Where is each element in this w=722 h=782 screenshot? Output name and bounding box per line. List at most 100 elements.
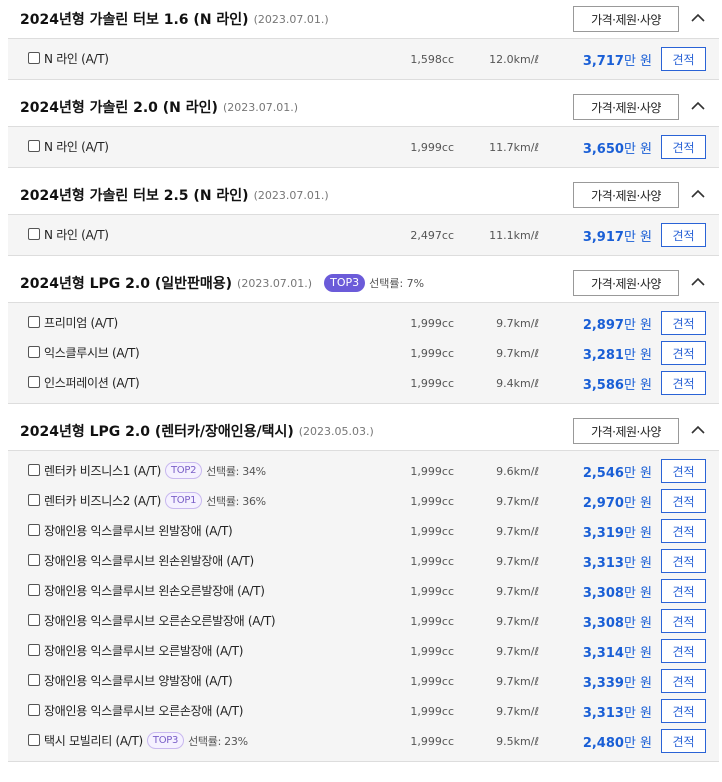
fuel-efficiency: 9.5km/ℓ [496,735,539,748]
quote-button[interactable]: 견적 [661,135,706,159]
trim-checkbox[interactable] [28,614,40,626]
price-unit: 만 원 [623,230,652,245]
trim-row: 택시 모빌리티 (A/T) TOP3 선택률: 23% 1,999cc 9.5km/ℓ 2… [8,726,719,756]
quote-button[interactable]: 견적 [661,609,706,633]
trim-label[interactable]: 장애인용 익스클루시브 양발장애 (A/T) [44,672,233,689]
trim-list: 2024년형 가솔린 터보 1.6 (N 라인) (2023.07.01.) 가격·… [0,0,722,770]
chevron-up-icon[interactable] [690,274,706,290]
trim-label[interactable]: 렌터카 비즈니스2 (A/T) TOP1 선택률: 36% [44,492,266,509]
chevron-up-icon[interactable] [690,10,706,26]
trim-checkbox[interactable] [28,52,40,64]
quote-button[interactable]: 견적 [661,519,706,543]
trim-label[interactable]: 장애인용 익스클루시브 왼손오른발장애 (A/T) [44,582,265,599]
quote-button[interactable]: 견적 [661,371,706,395]
release-date: (2023.07.01.) [253,188,329,202]
quote-button[interactable]: 견적 [661,579,706,603]
trim-row: 장애인용 익스클루시브 오른손오른발장애 (A/T) 1,999cc 9.7km/ℓ… [8,606,719,636]
price-value: 2,546 [582,466,624,481]
chevron-up-icon[interactable] [690,186,706,202]
trim-checkbox[interactable] [28,644,40,656]
price-unit: 만 원 [623,646,652,661]
trim-label[interactable]: 장애인용 익스클루시브 왼발장애 (A/T) [44,522,233,539]
quote-button[interactable]: 견적 [661,47,706,71]
trim-row: 장애인용 익스클루시브 양발장애 (A/T) 1,999cc 9.7km/ℓ 3,33… [8,666,719,696]
trim-label[interactable]: N 라인 (A/T) [44,50,109,67]
price-spec-button[interactable]: 가격·제원·사양 [573,270,679,296]
quote-button[interactable]: 견적 [661,489,706,513]
trim-checkbox[interactable] [28,140,40,152]
trim-checkbox[interactable] [28,376,40,388]
trim-checkbox[interactable] [28,346,40,358]
trim-checkbox[interactable] [28,674,40,686]
trim-label[interactable]: 장애인용 익스클루시브 왼손왼발장애 (A/T) [44,552,254,569]
quote-button[interactable]: 견적 [661,549,706,573]
fuel-efficiency: 11.1km/ℓ [489,229,539,242]
model-section: 2024년형 LPG 2.0 (렌터카/장애인용/택시) (2023.05.03.… [0,412,722,770]
engine-displacement: 1,999cc [410,645,454,658]
trim-checkbox[interactable] [28,554,40,566]
fuel-efficiency: 11.7km/ℓ [489,141,539,154]
quote-button[interactable]: 견적 [661,669,706,693]
model-section: 2024년형 LPG 2.0 (일반판매용) (2023.07.01.) TOP3 선… [0,264,722,412]
trim-row: 장애인용 익스클루시브 오른손장애 (A/T) 1,999cc 9.7km/ℓ 3,3… [8,696,719,726]
price-unit: 만 원 [623,378,652,393]
section-title: 2024년형 가솔린 터보 2.5 (N 라인) [20,188,249,204]
chevron-up-icon[interactable] [690,422,706,438]
trim-checkbox[interactable] [28,524,40,536]
trim-price: 2,897만 원 [568,314,652,333]
trim-checkbox[interactable] [28,464,40,476]
trim-row: N 라인 (A/T) 2,497cc 11.1km/ℓ 3,917만 원 견적 [8,220,719,250]
trim-price: 3,650만 원 [568,138,652,157]
price-unit: 만 원 [623,466,652,481]
trim-label[interactable]: N 라인 (A/T) [44,138,109,155]
model-section: 2024년형 가솔린 2.0 (N 라인) (2023.07.01.) 가격·제원·… [0,88,722,176]
trim-label[interactable]: 익스클루시브 (A/T) [44,344,140,361]
price-spec-button[interactable]: 가격·제원·사양 [573,6,679,32]
trim-label[interactable]: N 라인 (A/T) [44,226,109,243]
trim-label[interactable]: 택시 모빌리티 (A/T) TOP3 선택률: 23% [44,732,248,749]
quote-button[interactable]: 견적 [661,311,706,335]
price-unit: 만 원 [623,142,652,157]
engine-displacement: 1,999cc [410,525,454,538]
trim-checkbox[interactable] [28,228,40,240]
trim-checkbox[interactable] [28,584,40,596]
trim-price: 3,281만 원 [568,344,652,363]
trim-label[interactable]: 장애인용 익스클루시브 오른발장애 (A/T) [44,642,243,659]
trim-checkbox[interactable] [28,494,40,506]
price-value: 3,314 [582,646,624,661]
trim-label[interactable]: 프리미엄 (A/T) [44,314,118,331]
price-value: 3,650 [582,142,624,157]
trim-label[interactable]: 인스퍼레이션 (A/T) [44,374,140,391]
quote-button[interactable]: 견적 [661,729,706,753]
price-spec-button[interactable]: 가격·제원·사양 [573,94,679,120]
trim-label[interactable]: 장애인용 익스클루시브 오른손오른발장애 (A/T) [44,612,276,629]
trim-checkbox[interactable] [28,734,40,746]
quote-button[interactable]: 견적 [661,459,706,483]
quote-button[interactable]: 견적 [661,639,706,663]
engine-displacement: 1,999cc [410,585,454,598]
trim-checkbox[interactable] [28,704,40,716]
price-unit: 만 원 [623,54,652,69]
trim-row: 인스퍼레이션 (A/T) 1,999cc 9.4km/ℓ 3,586만 원 견적 [8,368,719,398]
trim-label[interactable]: 렌터카 비즈니스1 (A/T) TOP2 선택률: 34% [44,462,266,479]
quote-button[interactable]: 견적 [661,223,706,247]
quote-button[interactable]: 견적 [661,341,706,365]
engine-displacement: 1,999cc [410,615,454,628]
quote-button[interactable]: 견적 [661,699,706,723]
price-spec-button[interactable]: 가격·제원·사양 [573,182,679,208]
price-value: 3,308 [582,616,624,631]
chevron-up-icon[interactable] [690,98,706,114]
top-badge: TOP1 [165,492,203,509]
price-value: 3,917 [582,230,624,245]
trim-checkbox[interactable] [28,316,40,328]
trim-row: 렌터카 비즈니스2 (A/T) TOP1 선택률: 36% 1,999cc 9.7km/… [8,486,719,516]
price-unit: 만 원 [623,736,652,751]
price-value: 2,970 [582,496,624,511]
trim-row: 장애인용 익스클루시브 왼발장애 (A/T) 1,999cc 9.7km/ℓ 3,31… [8,516,719,546]
price-spec-button[interactable]: 가격·제원·사양 [573,418,679,444]
model-section: 2024년형 가솔린 터보 1.6 (N 라인) (2023.07.01.) 가격·… [0,0,722,88]
engine-displacement: 1,999cc [410,141,454,154]
trim-label[interactable]: 장애인용 익스클루시브 오른손장애 (A/T) [44,702,243,719]
price-value: 3,717 [582,54,624,69]
